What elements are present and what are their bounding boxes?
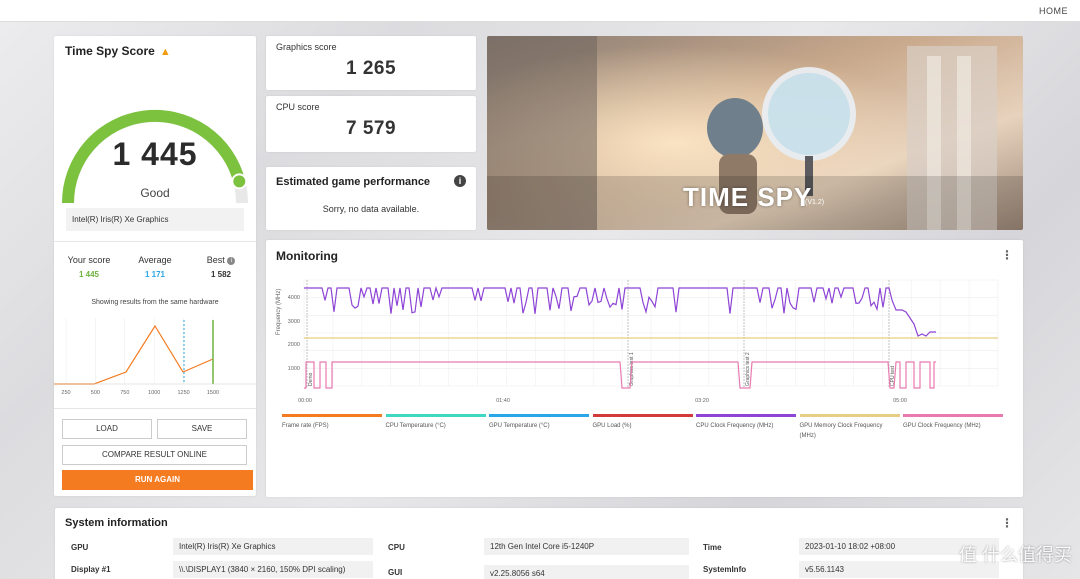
y-tick-label: 4000 [288, 295, 300, 301]
average-label: Average [138, 255, 172, 265]
compare-online-button[interactable]: COMPARE RESULT ONLINE [62, 445, 247, 465]
x-tick-label: 05:00 [893, 398, 907, 404]
x-tick-label: 01:40 [496, 398, 510, 404]
info-icon[interactable]: i [227, 257, 236, 265]
benchmark-banner: TIME SPY (V1.2) [487, 36, 1023, 230]
legend-swatch [696, 414, 796, 417]
x-tick-label: 750 [120, 390, 129, 396]
x-tick-label: 1250 [177, 390, 189, 396]
distribution-line [54, 324, 214, 385]
divider [54, 408, 256, 409]
legend-swatch [489, 414, 589, 417]
score-rating: Good [140, 186, 170, 200]
cpu-score-card: CPU score 7 579 [266, 96, 476, 152]
cpu-score-label: CPU score [276, 102, 320, 112]
mirror-portal [762, 67, 856, 161]
load-button[interactable]: LOAD [62, 419, 152, 439]
best-label: Best [206, 255, 225, 265]
gui-key: GUI [388, 568, 403, 577]
monitoring-chart: Demo Graphics test 1 Graphics test 2 CPU te… [276, 279, 999, 404]
legend-swatch [592, 414, 693, 417]
legend-item[interactable]: Frame rate (FPS) [282, 414, 382, 431]
y-axis-label: Frequency (MHz) [276, 289, 282, 335]
score-title-text: Time Spy Score [65, 44, 155, 58]
x-tick-label: 00:00 [298, 398, 312, 404]
y-tick-label: 1000 [288, 366, 300, 372]
character-helmet [707, 98, 763, 158]
divider [54, 241, 256, 242]
legend-label: GPU Load (%) [592, 423, 632, 429]
cpu-value: 12th Gen Intel Core i5-1240P [484, 538, 689, 555]
phase-marker-label: Demo [308, 372, 314, 386]
cpu-score-value: 7 579 [345, 118, 397, 139]
display-value: \\.\DISPLAY1 (3840 × 2160, 150% DPI scal… [173, 561, 373, 578]
gpu-value: Intel(R) Iris(R) Xe Graphics [173, 538, 373, 555]
display-key: Display #1 [71, 565, 111, 574]
graphics-score-label: Graphics score [276, 42, 337, 52]
legend-item[interactable]: GPU Temperature (°C) [489, 414, 589, 431]
cpu-clock-series [304, 285, 936, 337]
more-options-icon[interactable]: ⋮ [1001, 516, 1013, 530]
system-info-title: System information [65, 517, 168, 529]
y-tick-label: 3000 [288, 319, 300, 325]
info-icon[interactable]: i [454, 175, 466, 187]
x-tick-label: 250 [61, 390, 70, 396]
legend-label: CPU Temperature (°C) [385, 423, 446, 429]
legend-item[interactable]: CPU Temperature (°C) [385, 414, 486, 431]
score-title: Time Spy Score ▲ [65, 44, 171, 58]
gpu-clock-series [304, 361, 936, 389]
watermark: 值 什么值得买 [958, 545, 1072, 565]
home-link[interactable]: HOME [1039, 6, 1068, 16]
legend-label: GPU Temperature (°C) [489, 423, 550, 429]
legend-swatch [799, 414, 900, 417]
x-tick-label: 1000 [148, 390, 160, 396]
graphics-score-card: Graphics score 1 265 [266, 36, 476, 90]
gpu-name: Intel(R) Iris(R) Xe Graphics [66, 208, 244, 231]
your-score-label: Your score [67, 255, 111, 265]
systeminfo-key: SystemInfo [703, 565, 747, 574]
average-score: Average 1 171 [123, 255, 187, 279]
legend-item[interactable]: GPU Load (%) [592, 414, 693, 431]
legend-label: CPU Clock Frequency (MHz) [696, 423, 774, 429]
x-tick-label: 03:20 [695, 398, 709, 404]
legend-swatch [385, 414, 486, 417]
time-key: Time [703, 543, 722, 552]
benchmark-title: TIME SPY [683, 182, 813, 212]
x-tick-label: 500 [91, 390, 100, 396]
game-performance-title: Estimated game performance [276, 176, 431, 188]
x-tick-label: 1500 [207, 390, 219, 396]
system-info-card: System information ⋮ GPU Intel(R) Iris(R… [55, 508, 1023, 579]
legend-item[interactable]: GPU Clock Frequency (MHz) [903, 414, 1003, 431]
monitoring-card: Monitoring ⋮ Demo Graphics test 1 Graphics… [266, 240, 1023, 497]
game-performance-message: Sorry, no data available. [322, 204, 420, 214]
your-score: Your score 1 445 [57, 255, 121, 279]
gpu-key: GPU [71, 543, 89, 552]
score-distribution-chart: 250 500 750 1000 1250 1500 [54, 318, 256, 396]
same-hardware-note: Showing results from the same hardware [91, 299, 219, 306]
legend-item[interactable]: GPU Memory Clock Frequency (MHz) [799, 414, 900, 441]
legend-swatch [282, 414, 382, 417]
legend-swatch [903, 414, 1003, 417]
best-score: Best i 1 582 [189, 255, 253, 279]
top-bar: HOME [0, 0, 1080, 22]
your-score-value: 1 445 [78, 270, 100, 279]
score-value: 1 445 [112, 136, 198, 172]
legend-item[interactable]: CPU Clock Frequency (MHz) [696, 414, 796, 431]
benchmark-version: (V1.2) [805, 199, 825, 206]
run-again-button[interactable]: RUN AGAIN [62, 470, 253, 490]
legend-label: Frame rate (FPS) [282, 423, 329, 429]
score-card: Time Spy Score ▲ 1 445 Good Intel(R) Iris… [54, 36, 256, 496]
graphics-score-value: 1 265 [345, 58, 397, 79]
gui-value: v2.25.8056 s64 [484, 565, 689, 579]
cpu-key: CPU [388, 543, 405, 552]
best-value: 1 582 [210, 270, 232, 279]
average-value: 1 171 [144, 270, 166, 279]
legend-label: GPU Memory Clock Frequency (MHz) [799, 423, 883, 439]
warning-icon[interactable]: ▲ [160, 46, 171, 58]
y-tick-label: 2000 [288, 342, 300, 348]
save-button[interactable]: SAVE [157, 419, 247, 439]
legend-label: GPU Clock Frequency (MHz) [903, 423, 981, 429]
game-performance-card: Estimated game performance i Sorry, no d… [266, 167, 476, 230]
